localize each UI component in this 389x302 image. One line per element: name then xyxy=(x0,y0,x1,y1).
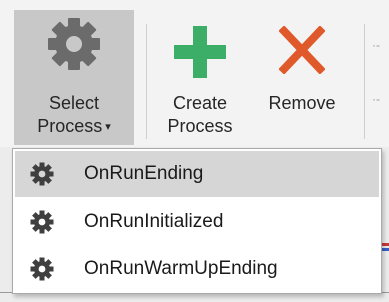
overflow-icon: ·- xyxy=(372,92,380,106)
gear-icon xyxy=(44,14,104,74)
menu-item-onrunending[interactable]: OnRunEnding xyxy=(15,151,379,197)
overflow-icon: ·- xyxy=(372,38,380,52)
select-process-button[interactable]: Select Process ▾ xyxy=(14,10,134,145)
menu-item-label: OnRunInitialized xyxy=(84,211,224,232)
remove-label: Remove xyxy=(268,93,336,113)
chevron-down-icon: ▾ xyxy=(105,121,111,133)
menu-item-onrunwarmupending[interactable]: OnRunWarmUpEnding xyxy=(15,246,379,292)
ribbon-separator xyxy=(146,24,147,139)
gear-icon xyxy=(29,161,55,187)
select-process-label-line1: Select xyxy=(48,93,100,113)
create-process-label-line1: Create xyxy=(172,93,228,113)
ribbon-toolbar: Select Process ▾ Create Process Remove ·… xyxy=(0,0,389,147)
create-process-label-line2: Process xyxy=(167,116,233,136)
menu-item-label: OnRunWarmUpEnding xyxy=(84,258,278,279)
x-icon xyxy=(278,25,326,75)
create-process-button[interactable]: Create Process xyxy=(156,0,244,147)
select-process-label-line2: Process xyxy=(37,116,103,136)
menu-item-label: OnRunEnding xyxy=(84,163,204,184)
ribbon-separator xyxy=(364,24,365,139)
select-process-menu: OnRunEnding OnRunInitialized OnRunWarmUp… xyxy=(12,148,382,294)
menu-item-onruninitialized[interactable]: OnRunInitialized xyxy=(15,199,379,245)
gear-icon xyxy=(29,256,55,282)
gear-icon xyxy=(29,209,55,235)
plus-icon xyxy=(172,24,228,80)
remove-button[interactable]: Remove xyxy=(254,0,350,147)
